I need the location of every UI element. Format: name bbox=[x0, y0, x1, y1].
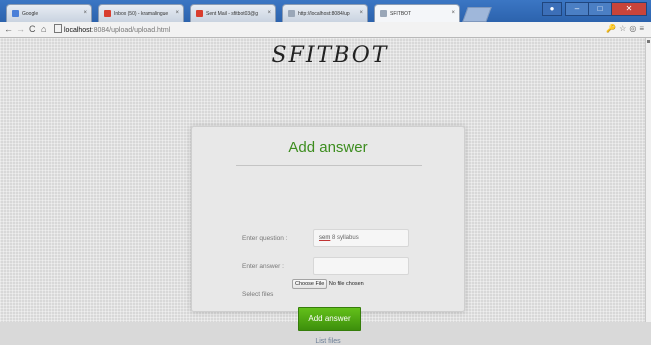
gmail-favicon-icon bbox=[196, 10, 203, 17]
tab-label: Google bbox=[22, 11, 39, 17]
browser-tab-bar: Google × Inbox (50) - kramalingue × Sent… bbox=[0, 0, 651, 23]
tab-label: Sent Mail - sfitbot03@g bbox=[206, 11, 259, 17]
page-body: SFITBOT Add answer Enter question : sem … bbox=[0, 38, 645, 345]
new-tab-button[interactable] bbox=[462, 7, 492, 22]
reload-icon[interactable]: C bbox=[29, 24, 36, 34]
close-tab-icon[interactable]: × bbox=[451, 10, 455, 16]
question-label: Enter question : bbox=[242, 235, 288, 242]
close-tab-icon[interactable]: × bbox=[267, 10, 271, 16]
question-input[interactable]: sem 8 syllabus bbox=[313, 229, 409, 247]
browser-tab-sent-mail[interactable]: Sent Mail - sfitbot03@g × bbox=[190, 4, 276, 22]
window-controls: ● – □ ✕ bbox=[542, 2, 647, 16]
question-value-spellchecked: sem bbox=[319, 235, 331, 241]
page-favicon-icon bbox=[380, 10, 387, 17]
tab-label: SFITBOT bbox=[390, 11, 412, 17]
file-input[interactable]: Choose File No file chosen bbox=[292, 279, 364, 289]
star-icon[interactable]: ☆ bbox=[619, 24, 629, 33]
close-tab-icon[interactable]: × bbox=[83, 10, 87, 16]
page-favicon-icon bbox=[288, 10, 295, 17]
url-host: localhost bbox=[64, 27, 92, 34]
address-bar: ← → C ⌂ localhost:8084/upload/upload.htm… bbox=[0, 22, 651, 38]
form-title: Add answer bbox=[288, 139, 368, 156]
forward-icon[interactable]: → bbox=[16, 24, 25, 34]
gmail-favicon-icon bbox=[104, 10, 111, 17]
add-answer-button[interactable]: Add answer bbox=[298, 307, 361, 331]
user-icon[interactable]: ● bbox=[542, 2, 562, 16]
back-icon[interactable]: ← bbox=[4, 24, 13, 34]
url-field[interactable]: localhost:8084/upload/upload.html bbox=[54, 24, 284, 34]
choose-file-button[interactable]: Choose File bbox=[292, 279, 328, 289]
scrollbar-thumb[interactable] bbox=[647, 40, 650, 43]
menu-icon[interactable]: ≡ bbox=[639, 24, 647, 33]
maximize-icon[interactable]: □ bbox=[588, 2, 612, 16]
answer-input[interactable] bbox=[313, 257, 409, 275]
minimize-icon[interactable]: – bbox=[565, 2, 589, 16]
question-value: 8 syllabus bbox=[330, 235, 359, 241]
brand-logo: SFITBOT bbox=[271, 43, 389, 68]
close-tab-icon[interactable]: × bbox=[359, 10, 363, 16]
close-tab-icon[interactable]: × bbox=[175, 10, 179, 16]
google-favicon-icon bbox=[12, 10, 19, 17]
add-answer-form: Add answer Enter question : sem 8 syllab… bbox=[191, 126, 465, 345]
tab-label: Inbox (50) - kramalingue bbox=[114, 11, 169, 17]
toolbar-right-icons: 🔑☆◎≡ bbox=[606, 24, 647, 33]
select-files-label: Select files bbox=[242, 291, 274, 298]
browser-tab-google[interactable]: Google × bbox=[6, 4, 92, 22]
key-icon[interactable]: 🔑 bbox=[606, 24, 619, 33]
list-files-link[interactable]: List files bbox=[192, 338, 464, 345]
answer-label: Enter answer : bbox=[242, 263, 284, 270]
page-icon bbox=[54, 24, 62, 33]
vertical-scrollbar[interactable] bbox=[645, 38, 651, 322]
no-file-text: No file chosen bbox=[328, 281, 364, 287]
url-path: :8084/upload/upload.html bbox=[91, 27, 171, 34]
divider bbox=[236, 165, 422, 166]
close-window-icon[interactable]: ✕ bbox=[611, 2, 647, 16]
browser-tab-sfitbot[interactable]: SFITBOT × bbox=[374, 4, 460, 23]
home-icon[interactable]: ⌂ bbox=[41, 24, 46, 34]
browser-tab-inbox[interactable]: Inbox (50) - kramalingue × bbox=[98, 4, 184, 22]
browser-tab-localhost[interactable]: http://localhost:8084/up × bbox=[282, 4, 368, 22]
tab-label: http://localhost:8084/up bbox=[298, 11, 350, 17]
extension-icon[interactable]: ◎ bbox=[629, 24, 639, 33]
